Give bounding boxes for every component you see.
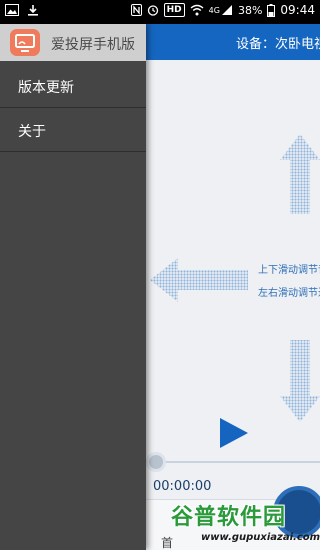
app-logo-icon (10, 29, 40, 56)
nfc-icon (130, 4, 142, 16)
menu-item-label: 关于 (18, 124, 46, 140)
gallery-icon (5, 4, 19, 16)
menu-item-update[interactable]: 版本更新 (0, 64, 146, 108)
app-name: 爱投屏手机版 (51, 37, 135, 53)
current-time: 00:00:00 (153, 479, 212, 494)
battery-percent: 38% (237, 3, 263, 17)
watermark: 谷普软件园 www.gupuxiazai.com (163, 499, 320, 550)
alarm-icon (147, 5, 158, 16)
play-icon[interactable] (216, 416, 250, 450)
network-type: 4G (208, 5, 220, 15)
hd-badge: HD (163, 3, 185, 17)
download-icon (28, 5, 38, 16)
wifi-icon (190, 4, 204, 16)
status-bar: HD 4G 38% 09:44 (0, 0, 320, 24)
arrow-left-icon (150, 258, 248, 302)
navigation-drawer: 爱投屏手机版 版本更新 关于 (0, 24, 146, 550)
hint-progress: 左右滑动调节进度 (258, 288, 320, 299)
status-time: 09:44 (280, 3, 315, 17)
seek-track[interactable] (146, 461, 320, 463)
seek-handle[interactable] (146, 452, 166, 472)
arrow-up-icon (280, 134, 320, 214)
menu-item-label: 版本更新 (18, 80, 74, 96)
watermark-url: www.gupuxiazai.com (201, 532, 320, 543)
hint-volume: 上下滑动调节音量 (258, 265, 320, 276)
battery-icon (267, 3, 276, 17)
arrow-down-icon (280, 340, 320, 422)
menu-item-about[interactable]: 关于 (0, 108, 146, 152)
drawer-header: 爱投屏手机版 (0, 24, 146, 61)
signal-icon (221, 5, 232, 15)
watermark-title: 谷普软件园 (171, 505, 287, 530)
